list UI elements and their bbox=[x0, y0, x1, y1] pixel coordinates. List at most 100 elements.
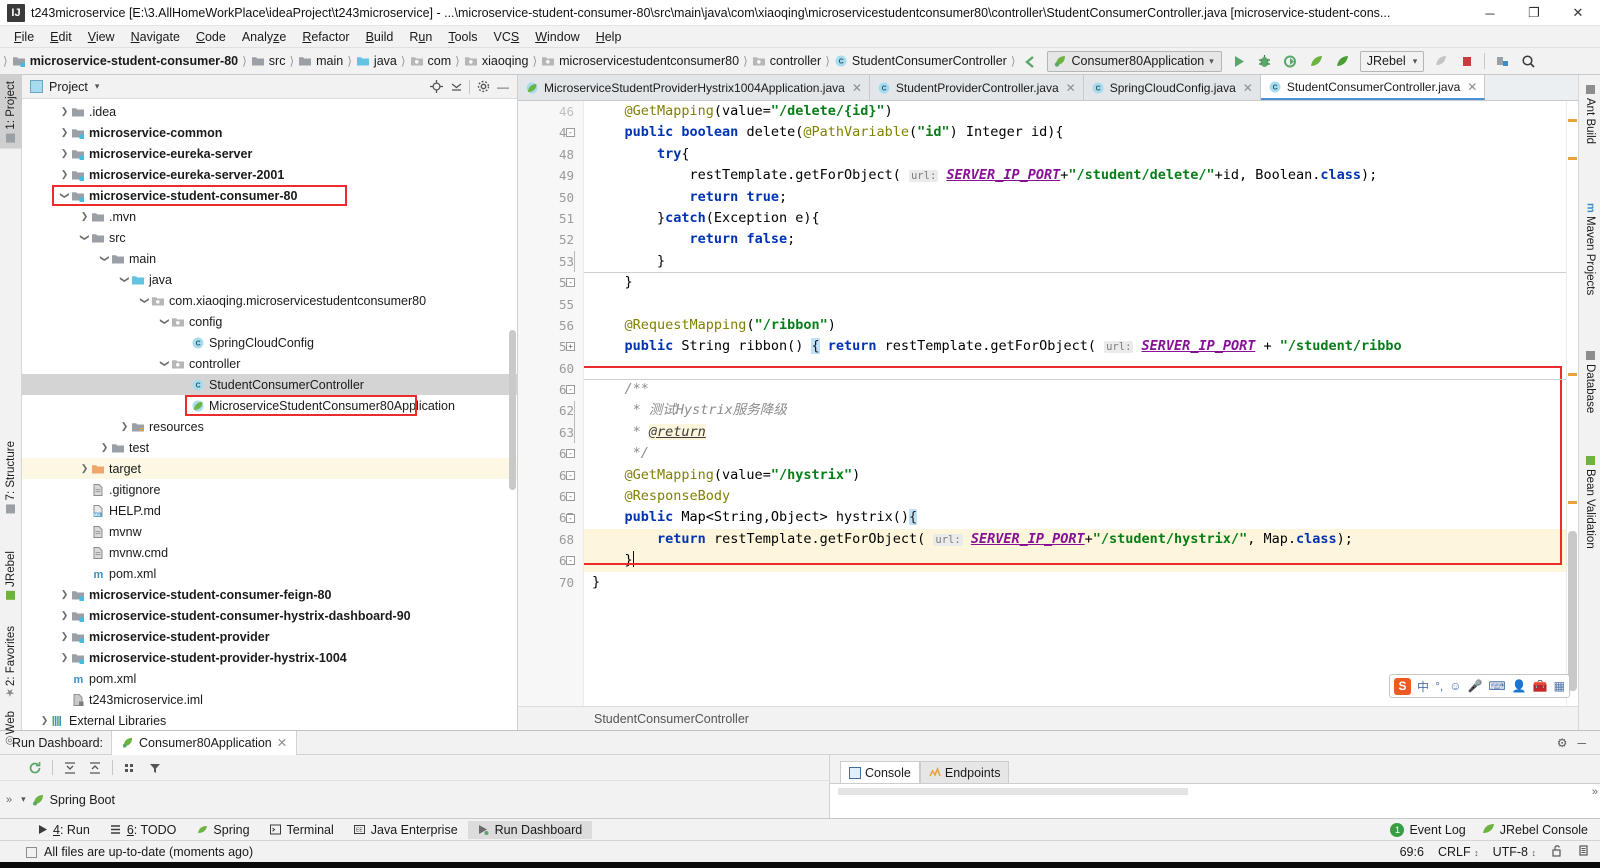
settings-gear-icon[interactable]: ⚙ bbox=[1547, 736, 1578, 750]
menu-item-file[interactable]: File bbox=[6, 28, 42, 46]
caret-position[interactable]: 69:6 bbox=[1400, 845, 1424, 859]
close-icon[interactable]: ✕ bbox=[1066, 81, 1076, 95]
chevron-down-icon[interactable]: ▾ bbox=[95, 81, 100, 92]
chevron-right-icon[interactable]: ❯ bbox=[58, 169, 71, 180]
menu-item-view[interactable]: View bbox=[80, 28, 123, 46]
chevron-down-icon[interactable]: ❯ bbox=[59, 189, 70, 202]
fold-toggle-icon[interactable]: - bbox=[566, 449, 575, 459]
tool-window-button-bean-validation[interactable]: Bean Validation bbox=[1579, 450, 1600, 555]
locate-icon[interactable] bbox=[426, 77, 446, 97]
tree-item[interactable]: m pom.xml bbox=[22, 668, 517, 689]
tree-item[interactable]: ❯ com.xiaoqing.microservicestudentconsume… bbox=[22, 290, 517, 311]
search-everywhere-icon[interactable] bbox=[1516, 50, 1540, 72]
close-icon[interactable]: ✕ bbox=[1243, 81, 1253, 95]
run-dashboard-tab-console[interactable]: Console bbox=[840, 761, 920, 783]
tree-item[interactable]: mvnw.cmd bbox=[22, 542, 517, 563]
tool-window-button-7-structure[interactable]: 7: Structure bbox=[0, 435, 22, 519]
tree-item[interactable]: MicroserviceStudentConsumer80Application bbox=[22, 395, 517, 416]
tree-item[interactable]: mvnw bbox=[22, 521, 517, 542]
tool-window-button-database[interactable]: Database bbox=[1579, 345, 1600, 419]
ime-menu-icon[interactable]: ▦ bbox=[1554, 679, 1565, 693]
tree-item[interactable]: ❯ test bbox=[22, 437, 517, 458]
run-configuration-selector[interactable]: Consumer80Application ▾ bbox=[1046, 50, 1222, 72]
tree-item[interactable]: ❯ resources bbox=[22, 416, 517, 437]
breadcrumb-main[interactable]: main bbox=[295, 53, 346, 69]
tree-item[interactable]: ❯ controller bbox=[22, 353, 517, 374]
tree-item[interactable]: ❯ .idea bbox=[22, 101, 517, 122]
menu-item-run[interactable]: Run bbox=[401, 28, 440, 46]
chevron-right-icon[interactable]: ❯ bbox=[58, 652, 71, 663]
breadcrumb-microservicestudentconsumer80[interactable]: microservicestudentconsumer80 bbox=[538, 53, 742, 69]
close-icon[interactable]: ✕ bbox=[1467, 80, 1477, 94]
tree-item[interactable]: ❯ microservice-student-consumer-hystrix-d… bbox=[22, 605, 517, 626]
tool-window-button-6-todo[interactable]: 6: TODO bbox=[100, 821, 187, 839]
file-encoding[interactable]: UTF-8 ↕ bbox=[1493, 845, 1536, 859]
chevron-right-icon[interactable]: ❯ bbox=[78, 211, 91, 222]
run-icon[interactable] bbox=[1227, 50, 1251, 72]
fold-toggle-icon[interactable] bbox=[574, 422, 575, 443]
tree-item[interactable]: ❯ microservice-eureka-server-2001 bbox=[22, 164, 517, 185]
run-with-coverage-icon[interactable] bbox=[1279, 50, 1303, 72]
rerun-icon[interactable] bbox=[24, 757, 46, 779]
editor-gutter[interactable]: 4647-48495051525354-555657+6061-626364-6… bbox=[518, 101, 584, 706]
tree-item[interactable]: .gitignore bbox=[22, 479, 517, 500]
tool-window-button-ant-build[interactable]: Ant Build bbox=[1579, 79, 1600, 150]
breadcrumb-src[interactable]: src bbox=[248, 53, 289, 69]
maximize-button[interactable]: ❐ bbox=[1512, 0, 1556, 26]
editor-tab-studentprovidercontroller[interactable]: C StudentProviderController.java ✕ bbox=[869, 75, 1084, 100]
console-scrollbar[interactable] bbox=[838, 788, 1188, 795]
breadcrumb-xiaoqing[interactable]: xiaoqing bbox=[461, 53, 532, 69]
expand-all-icon[interactable] bbox=[59, 757, 81, 779]
settings-gear-icon[interactable] bbox=[473, 77, 493, 97]
editor-tab-microservicestudentproviderhystrix1004application[interactable]: MicroserviceStudentProviderHystrix1004Ap… bbox=[518, 75, 870, 100]
tree-item[interactable]: ❯ microservice-eureka-server bbox=[22, 143, 517, 164]
tree-item[interactable]: ❯ config bbox=[22, 311, 517, 332]
close-icon[interactable]: ✕ bbox=[277, 735, 287, 750]
ime-toolbar[interactable]: S 中 °, ☺ 🎤 ⌨ 👤 🧰 ▦ bbox=[1389, 674, 1570, 698]
filter-icon[interactable] bbox=[144, 757, 166, 779]
fold-toggle-icon[interactable]: - bbox=[566, 278, 575, 288]
breadcrumb-controller[interactable]: controller bbox=[749, 53, 824, 69]
fold-toggle-icon[interactable] bbox=[574, 400, 575, 422]
editor-tab-studentconsumercontroller[interactable]: C StudentConsumerController.java ✕ bbox=[1260, 75, 1486, 100]
tree-item[interactable]: ❯ microservice-common bbox=[22, 122, 517, 143]
fold-toggle-icon[interactable]: + bbox=[566, 342, 575, 352]
hide-panel-icon[interactable]: ─ bbox=[1577, 736, 1600, 750]
tree-item[interactable]: ❯ main bbox=[22, 248, 517, 269]
close-button[interactable]: ✕ bbox=[1556, 0, 1600, 26]
ime-chinese-mode-icon[interactable]: 中 bbox=[1417, 678, 1429, 695]
overflow-icon[interactable]: » bbox=[6, 794, 16, 806]
ime-user-icon[interactable]: 👤 bbox=[1512, 679, 1527, 693]
fold-toggle-icon[interactable]: - bbox=[566, 470, 575, 480]
jrebel-selector[interactable]: JRebel ▾ bbox=[1359, 50, 1425, 72]
menu-item-code[interactable]: Code bbox=[188, 28, 234, 46]
collapse-all-icon[interactable] bbox=[446, 77, 466, 97]
tool-window-button-2-favorites[interactable]: ★ 2: Favorites bbox=[0, 620, 22, 705]
line-separator[interactable]: CRLF ↕ bbox=[1438, 845, 1479, 859]
fold-toggle-icon[interactable]: - bbox=[566, 385, 575, 395]
menu-item-analyze[interactable]: Analyze bbox=[234, 28, 294, 46]
menu-item-refactor[interactable]: Refactor bbox=[294, 28, 357, 46]
tool-window-button-jrebel[interactable]: JRebel bbox=[0, 545, 22, 606]
tool-window-button-run-dashboard[interactable]: Run Dashboard bbox=[467, 820, 593, 839]
tree-item[interactable]: ❯ External Libraries bbox=[22, 710, 517, 730]
tool-window-button-1-project[interactable]: 1: Project bbox=[0, 75, 22, 149]
tool-window-button-spring[interactable]: Spring bbox=[186, 821, 259, 839]
run-dashboard-tab-endpoints[interactable]: Endpoints bbox=[919, 761, 1010, 783]
tool-window-button-java-enterprise[interactable]: EE Java Enterprise bbox=[344, 821, 468, 839]
breadcrumb-microservice-student-consumer-80[interactable]: microservice-student-consumer-80 bbox=[9, 53, 241, 69]
tool-window-button-maven-projects[interactable]: m Maven Projects bbox=[1579, 197, 1600, 301]
status-jrebel-console[interactable]: JRebel Console bbox=[1482, 820, 1588, 840]
minimize-button[interactable]: ─ bbox=[1468, 0, 1512, 26]
hide-panel-icon[interactable]: — bbox=[493, 77, 513, 97]
chevron-right-icon[interactable]: ❯ bbox=[58, 589, 71, 600]
fold-toggle-icon[interactable] bbox=[574, 250, 575, 272]
project-tree[interactable]: ❯ .idea ❯ microservice-common ❯ microservice-… bbox=[22, 99, 517, 730]
tree-item[interactable]: ❯ microservice-student-consumer-80 bbox=[22, 185, 517, 206]
ime-keyboard-icon[interactable]: ⌨ bbox=[1488, 679, 1505, 693]
tool-window-button-4-run[interactable]: 4: Run bbox=[26, 821, 100, 839]
back-arrow-icon[interactable] bbox=[1018, 50, 1042, 72]
tree-item[interactable]: ❯ microservice-student-consumer-feign-80 bbox=[22, 584, 517, 605]
ime-punctuation-icon[interactable]: °, bbox=[1435, 679, 1443, 693]
ime-voice-icon[interactable]: 🎤 bbox=[1467, 679, 1482, 693]
